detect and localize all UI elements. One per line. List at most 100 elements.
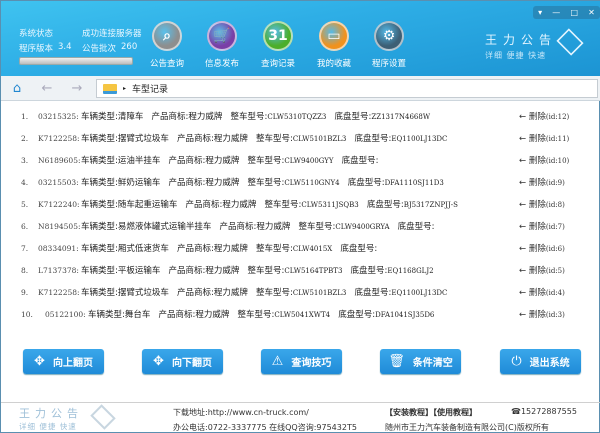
delete-link[interactable]: ← 删除(id:9) (519, 176, 565, 188)
nav-calendar-button[interactable]: 31 查询记录 (250, 21, 306, 69)
label-chassis: 底盘型号: (397, 222, 435, 232)
telephone: ☎15272887555 (511, 407, 577, 416)
label-chassis: 底盘型号: (354, 134, 392, 144)
search-badge-icon: ⌕ (152, 21, 182, 51)
footer-divider (1, 402, 600, 403)
trash-icon: 🗑 (388, 354, 405, 369)
label-chassis: 底盘型号: (338, 310, 376, 320)
value-brand: 程力威牌 (195, 310, 230, 320)
version-label: 程序版本 (19, 44, 54, 54)
page-up-button[interactable]: ✥ 向上翻页 (23, 349, 104, 374)
label-brand: 产品商标: (168, 178, 206, 188)
record-code: K7122240: (38, 199, 80, 209)
table-row: 6. N8194505: 车辆类型:易燃液体罐式运输半挂车 产品商标:程力威牌 整车… (1, 219, 599, 233)
back-button[interactable]: ← (34, 79, 60, 98)
tutorial-links[interactable]: 【安装教程】【使用教程】 (385, 407, 477, 418)
delete-link[interactable]: ← 删除(id:10) (519, 154, 569, 166)
delete-label: 删除 (528, 222, 546, 232)
value-brand: 程力威牌 (213, 134, 248, 144)
exit-button[interactable]: ⏻ 退出系统 (500, 349, 581, 374)
status-label: 系统状态 (19, 29, 54, 39)
arrow-left-icon: ← (519, 134, 529, 144)
value-type: 随车起重运输车 (117, 200, 178, 210)
row-number: 10. (21, 309, 33, 319)
row-number: 6. (21, 221, 29, 231)
forward-button[interactable]: → (64, 79, 90, 98)
value-model: CLW5311JSQB3 (301, 201, 359, 209)
delete-link[interactable]: ← 删除(id:5) (519, 264, 565, 276)
record-id: (id:9) (545, 179, 565, 187)
label-type: 车辆类型: (81, 266, 118, 276)
value-brand: 程力威牌 (188, 112, 223, 122)
label-brand: 产品商标: (168, 266, 206, 276)
delete-link[interactable]: ← 删除(id:3) (519, 308, 565, 320)
record-details: 车辆类型:平板运输车 产品商标:程力威牌 整车型号:CLW5164TPBT3 底… (81, 264, 434, 276)
label-chassis: 底盘型号: (341, 156, 379, 166)
label-model: 整车型号: (247, 156, 285, 166)
label-brand: 产品商标: (158, 310, 196, 320)
nav-folder-button[interactable]: ▭ 我的收藏 (306, 21, 362, 69)
table-row: 4. 03215503: 车辆类型:鲜奶运输车 产品商标:程力威牌 整车型号:CLW… (1, 175, 599, 189)
minimize-button[interactable]: — (552, 8, 560, 17)
footer-brand-subtitle: 详细 便捷 快速 (19, 422, 77, 431)
button-label: 退出系统 (529, 358, 570, 369)
delete-label: 删除 (528, 134, 546, 144)
value-chassis: EQ1100LJ13DC (391, 289, 448, 297)
value-type: 摆臂式垃圾车 (117, 288, 169, 298)
window-controls: ▾ — □ ✕ (533, 6, 600, 19)
address-bar[interactable]: ▸ 车型记录 (96, 79, 598, 98)
delete-label: 删除 (528, 178, 546, 188)
calendar-icon: 31 (263, 21, 293, 51)
record-details: 车辆类型:摆臂式垃圾车 产品商标:程力威牌 整车型号:CLW5101BZL3 底… (81, 132, 447, 144)
download-link[interactable]: 下载地址:http://www.cn-truck.com/ (173, 407, 309, 418)
home-button[interactable]: ⌂ (4, 79, 30, 98)
row-number: 5. (21, 199, 29, 209)
progress-bar (19, 57, 133, 65)
record-id: (id:10) (545, 157, 570, 165)
cart-icon: 🛒 (207, 21, 237, 51)
value-model: CLW5310TQZZ3 (267, 113, 327, 121)
label-chassis: 底盘型号: (334, 112, 372, 122)
row-number: 4. (21, 177, 29, 187)
nav-search-badge-button[interactable]: ⌕ 公告查询 (139, 21, 195, 69)
label-chassis: 底盘型号: (347, 178, 385, 188)
table-row: 10. 05122100: 车辆类型:舞台车 产品商标:程力威牌 整车型号:CLW5… (1, 307, 599, 321)
delete-link[interactable]: ← 删除(id:12) (519, 110, 569, 122)
move-icon: ✥ (34, 354, 45, 369)
nav-gear-button[interactable]: ⚙ 程序设置 (361, 21, 417, 69)
record-code: K7122258: (38, 133, 80, 143)
record-code: N6189605: (38, 155, 81, 165)
table-row: 8. L7137378: 车辆类型:平板运输车 产品商标:程力威牌 整车型号:CLW… (1, 263, 599, 277)
value-brand: 程力威牌 (205, 178, 240, 188)
button-label: 向上翻页 (52, 358, 93, 369)
nav-cart-button[interactable]: 🛒 信息发布 (194, 21, 250, 69)
logo-icon (556, 28, 584, 56)
menu-icon[interactable]: ▾ (538, 8, 542, 17)
delete-link[interactable]: ← 删除(id:4) (519, 286, 565, 298)
label-type: 车辆类型: (81, 134, 118, 144)
delete-link[interactable]: ← 删除(id:11) (519, 132, 569, 144)
delete-link[interactable]: ← 删除(id:8) (519, 198, 565, 210)
value-brand: 程力威牌 (213, 288, 248, 298)
search-tips-button[interactable]: ⚠ 查询技巧 (261, 349, 342, 374)
value-chassis: BJ5317ZNPJJ-S (403, 201, 458, 209)
label-chassis: 底盘型号: (354, 288, 392, 298)
label-brand: 产品商标: (151, 112, 189, 122)
clear-conditions-button[interactable]: 🗑 条件清空 (380, 349, 461, 374)
close-button[interactable]: ✕ (588, 8, 595, 17)
maximize-button[interactable]: □ (570, 8, 578, 17)
delete-link[interactable]: ← 删除(id:6) (519, 242, 565, 254)
value-brand: 程力威牌 (205, 266, 240, 276)
value-brand: 程力威牌 (256, 222, 291, 232)
label-chassis: 底盘型号: (350, 266, 388, 276)
value-model: CLW9400GYY (284, 157, 334, 165)
delete-label: 删除 (528, 310, 546, 320)
label-model: 整车型号: (256, 244, 293, 254)
value-chassis: EQ1168GLJ2 (387, 267, 434, 275)
value-model: CLW5164TPBT3 (284, 267, 343, 275)
page-down-button[interactable]: ✥ 向下翻页 (142, 349, 223, 374)
record-code: N8194505: (38, 221, 81, 231)
value-model: CLW5101BZL3 (292, 135, 347, 143)
value-chassis: EQ1100LJ13DC (391, 135, 448, 143)
delete-link[interactable]: ← 删除(id:7) (519, 220, 565, 232)
